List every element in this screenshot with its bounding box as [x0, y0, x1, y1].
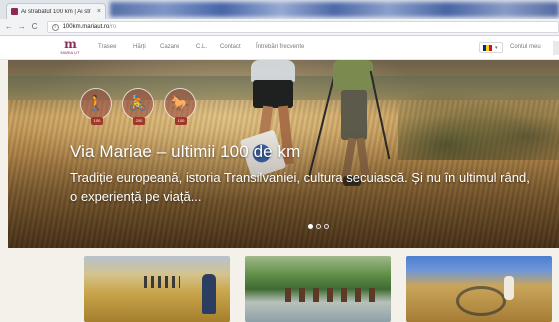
- info-icon[interactable]: i: [51, 23, 59, 31]
- cycling-badge-icon: 🚴 200: [122, 88, 154, 125]
- cycling-card-image[interactable]: [406, 256, 552, 322]
- riders-figures: [285, 288, 375, 302]
- account-link[interactable]: Contul meu: [510, 44, 541, 50]
- tab-close-icon[interactable]: ×: [97, 8, 101, 15]
- hero-slider[interactable]: 🚶 100 🚴 200 🐎 100 Via Mariae – ultimii 1…: [8, 60, 559, 248]
- menu-item-contact[interactable]: Contact: [220, 44, 241, 50]
- horse-symbol: 🐎: [170, 95, 190, 112]
- hiking-card-image[interactable]: [84, 256, 230, 322]
- slider-dots: [308, 224, 332, 229]
- cycling-symbol: 🚴: [128, 95, 148, 112]
- hiker-figure: [202, 274, 216, 314]
- hiker-shirt: [251, 60, 295, 82]
- slider-dot[interactable]: [324, 224, 329, 229]
- tab-title: Ai străbătut 100 km | Ai str: [21, 8, 91, 15]
- back-arrow-icon[interactable]: ←: [4, 22, 14, 32]
- hiking-symbol: 🚶: [86, 95, 106, 112]
- blurred-tabs: [110, 2, 559, 17]
- hero-title: Via Mariae – ultimii 100 de km: [70, 142, 301, 161]
- hiking-badge-icon: 🚶 100: [80, 88, 112, 125]
- logo-text: MARIA UT: [60, 50, 80, 55]
- backpack: [333, 60, 373, 90]
- chevron-down-icon: ▾: [495, 44, 498, 51]
- slider-dot[interactable]: [308, 224, 313, 229]
- cyclist-figure: [504, 276, 514, 300]
- hero-subtitle: Tradiție europeană, istoria Transilvanie…: [70, 170, 530, 204]
- language-selector[interactable]: ▾: [479, 42, 503, 53]
- bicycle-figure: [456, 286, 506, 316]
- menu-item-cazare[interactable]: Cazare: [160, 44, 179, 50]
- menu-item-trasee[interactable]: Trasee: [98, 44, 116, 50]
- browser-tab[interactable]: Ai străbătut 100 km | Ai str ×: [6, 3, 106, 19]
- badge-tag: 100: [175, 117, 187, 125]
- menu-item-harti[interactable]: Hărți: [133, 44, 146, 50]
- slider-dot[interactable]: [316, 224, 321, 229]
- page: Ai străbătut 100 km | Ai str × ← → C i 1…: [0, 0, 559, 322]
- menu-item-faq[interactable]: Întrebări frecvente: [256, 44, 304, 50]
- address-bar: ← → C i 100km.mariaut.ro /ro: [0, 19, 559, 36]
- badge-tag: 100: [91, 117, 103, 125]
- url-path: /ro: [109, 24, 117, 30]
- romania-flag-icon: [483, 44, 492, 51]
- url-domain: 100km.mariaut.ro: [62, 24, 110, 30]
- site-header: m MARIA UT Trasee Hărți Cazare C.L. Cont…: [0, 36, 559, 60]
- horse-riding-badge-icon: 🐎 100: [164, 88, 196, 125]
- favicon-icon: [11, 8, 18, 15]
- nav-edge: [553, 41, 559, 55]
- logo-mark: m: [64, 37, 77, 51]
- horse-riding-card-image[interactable]: [245, 256, 391, 322]
- menu-item-cl[interactable]: C.L.: [196, 44, 207, 50]
- url-input[interactable]: i 100km.mariaut.ro /ro: [46, 21, 559, 33]
- hiking-group: [144, 276, 180, 288]
- featured-cards: [0, 248, 559, 322]
- hiker-shorts: [253, 80, 293, 108]
- badge-tag: 200: [133, 117, 145, 125]
- forward-arrow-icon[interactable]: →: [17, 22, 27, 32]
- site-logo[interactable]: m MARIA UT: [58, 37, 82, 58]
- reload-icon[interactable]: C: [30, 22, 40, 32]
- flag-stripe-red: [489, 44, 492, 51]
- browser-tab-strip: Ai străbătut 100 km | Ai str ×: [0, 0, 559, 19]
